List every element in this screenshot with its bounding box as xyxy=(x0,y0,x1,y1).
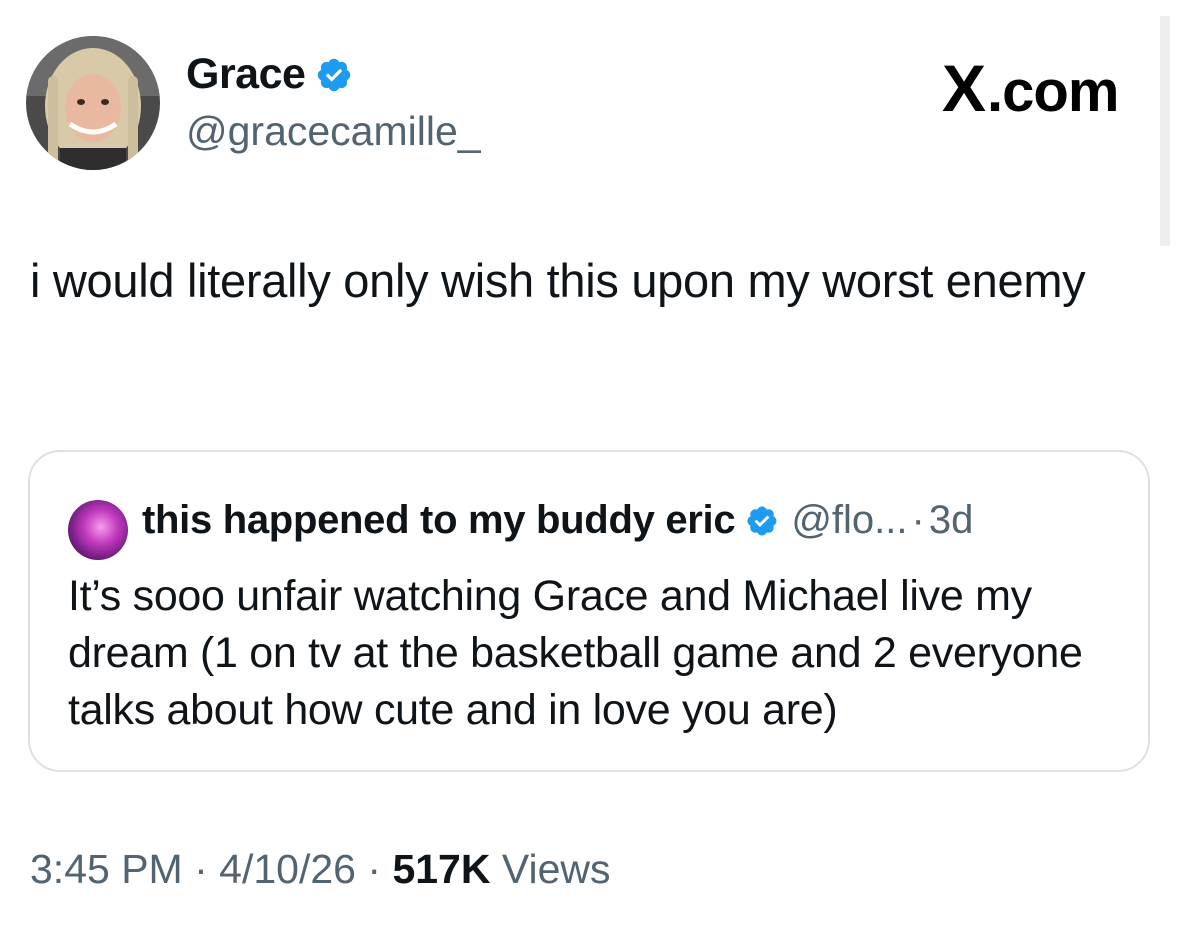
brand-logo: X .com xyxy=(942,50,1119,126)
separator-dot: · xyxy=(911,498,925,542)
quoted-author-name[interactable]: this happened to my buddy eric xyxy=(142,498,736,543)
quoted-tweet-card[interactable]: this happened to my buddy eric @flo... ·… xyxy=(28,450,1150,772)
tweet-text: i would literally only wish this upon my… xyxy=(30,254,1086,307)
author-name[interactable]: Grace xyxy=(186,50,306,99)
verified-badge-icon xyxy=(318,58,351,91)
quoted-author-avatar[interactable] xyxy=(68,500,128,560)
views-label: Views xyxy=(501,846,611,892)
quoted-tweet-text: It’s sooo unfair watching Grace and Mich… xyxy=(68,572,1083,734)
x-logo-icon: X xyxy=(942,51,986,125)
profile-photo-icon xyxy=(26,36,160,170)
brand-label: .com xyxy=(987,59,1119,124)
separator-dot: · xyxy=(367,846,382,892)
scrollbar[interactable] xyxy=(1160,16,1170,246)
quoted-tweet-header: this happened to my buddy eric @flo... ·… xyxy=(142,498,973,543)
quoted-author-handle[interactable]: @flo... xyxy=(791,498,907,543)
author-avatar[interactable] xyxy=(26,36,160,170)
verified-badge-icon xyxy=(747,505,777,536)
separator-dot: · xyxy=(194,846,208,892)
quoted-tweet-time[interactable]: 3d xyxy=(929,498,974,543)
tweet-meta: 3:45 PM · 4/10/26 · 517K Views xyxy=(30,846,611,893)
author-name-row: Grace xyxy=(186,50,353,99)
views-count[interactable]: 517K xyxy=(392,846,490,892)
tweet-time[interactable]: 3:45 PM xyxy=(30,846,183,892)
author-handle[interactable]: @gracecamille_ xyxy=(186,108,481,155)
tweet-date[interactable]: 4/10/26 xyxy=(219,846,356,892)
